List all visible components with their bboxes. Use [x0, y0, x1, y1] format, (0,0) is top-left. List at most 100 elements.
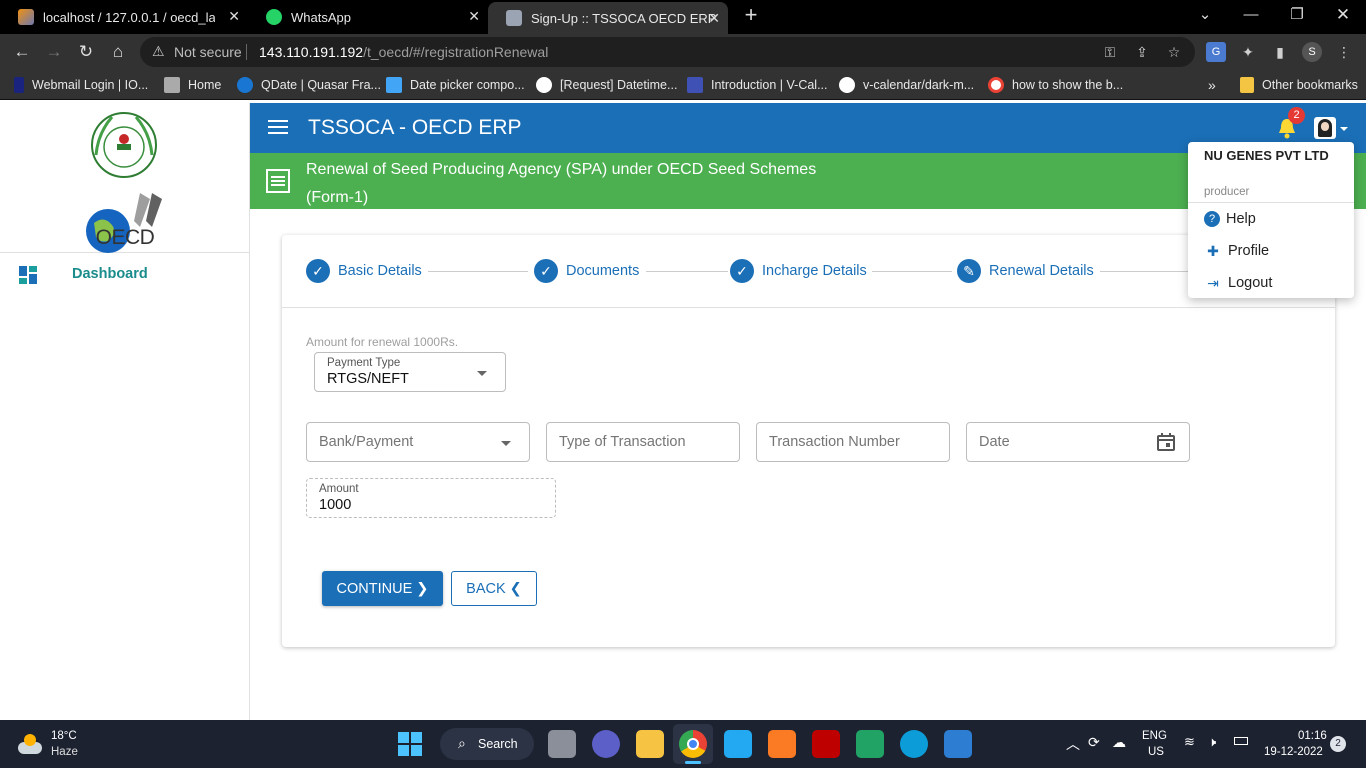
logout-icon: ⇥ — [1207, 275, 1219, 291]
date-input[interactable]: Date — [966, 422, 1190, 462]
transaction-number-input[interactable]: Transaction Number — [756, 422, 950, 462]
notifications-button[interactable]: 2 — [1276, 107, 1305, 140]
chevron-up-icon[interactable]: ︿ — [1066, 734, 1080, 754]
dropdown-arrow-icon — [477, 371, 487, 376]
spreadsheet-icon[interactable] — [856, 730, 884, 758]
wifi-icon[interactable]: ≋ — [1184, 734, 1195, 750]
reload-icon[interactable]: ↻ — [75, 41, 97, 63]
edge-icon[interactable] — [900, 730, 928, 758]
sidebar: OECD Dashboard — [0, 103, 250, 720]
bookmark[interactable]: [Request] Datetime... — [536, 76, 677, 94]
bookmark[interactable]: v-calendar/dark-m... — [839, 76, 974, 94]
other-bookmarks[interactable]: Other bookmarks — [1240, 76, 1358, 94]
sync-icon[interactable]: ⟳ — [1088, 734, 1100, 751]
browser-tab-strip: localhost / 127.0.0.1 / oecd_latest ✕ Wh… — [0, 0, 1366, 34]
profile-avatar[interactable]: S — [1302, 42, 1322, 62]
forward-arrow-icon[interactable]: → — [43, 41, 65, 63]
restore-icon[interactable]: ❐ — [1274, 0, 1320, 34]
check-icon: ✓ — [306, 259, 330, 283]
share-icon[interactable]: ⇪ — [1132, 42, 1152, 62]
teams-icon[interactable] — [592, 730, 620, 758]
volume-icon[interactable]: 🕨 — [1208, 734, 1216, 750]
bookmark[interactable]: how to show the b... — [988, 76, 1123, 94]
calendar-icon[interactable] — [1157, 433, 1175, 451]
hamburger-menu-icon[interactable] — [268, 120, 288, 134]
browser-tab[interactable]: WhatsApp ✕ — [248, 0, 488, 34]
bookmark[interactable]: Home — [164, 76, 221, 94]
sidepanel-icon[interactable]: ▮ — [1270, 42, 1290, 62]
user-avatar[interactable] — [1314, 117, 1336, 139]
close-tab-icon[interactable]: ✕ — [708, 10, 720, 27]
file-explorer-icon[interactable] — [636, 730, 664, 758]
windows-start-icon[interactable] — [398, 732, 422, 756]
home-icon[interactable]: ⌂ — [107, 41, 129, 63]
browser-tab[interactable]: localhost / 127.0.0.1 / oecd_latest ✕ — [0, 0, 248, 34]
bookmark[interactable]: Date picker compo... — [386, 76, 525, 94]
dashboard-icon — [19, 266, 37, 284]
notification-badge: 2 — [1288, 107, 1305, 124]
cloud-icon[interactable]: ☁ — [1112, 734, 1126, 751]
page-icon — [506, 10, 522, 26]
add-person-icon: ✚ — [1207, 243, 1219, 259]
not-secure-label: Not secure — [174, 44, 242, 60]
user-menu-dropdown: NU GENES PVT LTD producer ? Help ✚ Profile… — [1188, 142, 1354, 298]
minimize-icon[interactable]: — — [1228, 0, 1274, 34]
extensions-icon[interactable]: ✦ — [1238, 42, 1258, 62]
key-icon[interactable]: ⚿ — [1100, 42, 1120, 62]
back-arrow-icon[interactable]: ← — [11, 41, 33, 63]
whatsapp-icon — [266, 9, 282, 25]
transaction-type-input[interactable]: Type of Transaction — [546, 422, 740, 462]
notification-center-badge[interactable]: 2 — [1330, 736, 1346, 752]
logo-area: OECD — [0, 103, 249, 253]
new-tab-button[interactable]: + — [728, 0, 774, 34]
weather-icon[interactable] — [16, 732, 44, 756]
windows-taskbar: 18°C Haze ⌕ Search ︿ ⟳ ☁ ENG US ≋ 🕨 01:1… — [0, 720, 1366, 768]
xampp-icon[interactable] — [768, 730, 796, 758]
photos-icon[interactable] — [944, 730, 972, 758]
menu-item-logout[interactable]: ⇥ Logout — [1204, 272, 1272, 294]
menu-item-help[interactable]: ? Help — [1204, 208, 1256, 230]
address-bar[interactable]: ⚠ Not secure 143.110.191.192/t_oecd/#/re… — [140, 37, 1195, 67]
edit-icon: ✎ — [957, 259, 981, 283]
taskbar-search[interactable]: ⌕ Search — [440, 728, 534, 760]
vscode-icon[interactable] — [724, 730, 752, 758]
window-close-icon[interactable]: ✕ — [1320, 0, 1366, 34]
page-title: Renewal of Seed Producing Agency (SPA) u… — [306, 161, 817, 206]
sidebar-item-dashboard[interactable]: Dashboard — [0, 258, 249, 290]
close-tab-icon[interactable]: ✕ — [468, 8, 480, 25]
step-renewal-details[interactable]: ✎ Renewal Details — [957, 259, 1094, 283]
bank-payment-select[interactable]: Bank/Payment — [306, 422, 530, 462]
chevron-down-icon[interactable] — [1340, 127, 1348, 131]
bookmark[interactable]: Introduction | V-Cal... — [687, 76, 828, 94]
company-name: NU GENES PVT LTD — [1204, 148, 1329, 163]
step-basic-details[interactable]: ✓ Basic Details — [306, 259, 422, 283]
translate-icon[interactable]: G — [1206, 42, 1226, 62]
menu-dots-icon[interactable]: ⋮ — [1334, 42, 1354, 62]
battery-icon[interactable] — [1234, 737, 1248, 745]
oecd-logo-text: OECD — [95, 226, 155, 249]
phpmyadmin-icon — [18, 9, 34, 25]
payment-type-select[interactable]: Payment Type RTGS/NEFT — [314, 352, 506, 392]
help-icon: ? — [1204, 211, 1220, 227]
step-documents[interactable]: ✓ Documents — [534, 259, 639, 283]
chrome-taskbar-button[interactable] — [673, 724, 713, 764]
browser-tab-active[interactable]: Sign-Up :: TSSOCA OECD ERP ✕ — [488, 2, 728, 34]
check-icon: ✓ — [730, 259, 754, 283]
continue-button[interactable]: CONTINUE ❯ — [322, 571, 443, 606]
url-text: 143.110.191.192/t_oecd/#/registrationRen… — [259, 44, 549, 60]
bookmark[interactable]: Webmail Login | IO... — [14, 76, 148, 94]
amount-note: Amount for renewal 1000Rs. — [306, 335, 459, 349]
task-view-icon[interactable] — [548, 730, 576, 758]
menu-item-profile[interactable]: ✚ Profile — [1204, 240, 1269, 262]
step-incharge-details[interactable]: ✓ Incharge Details — [730, 259, 867, 283]
back-button[interactable]: BACK ❮ — [451, 571, 537, 606]
filezilla-icon[interactable] — [812, 730, 840, 758]
more-bookmarks-button[interactable]: » — [1208, 76, 1216, 94]
star-icon[interactable]: ☆ — [1164, 42, 1184, 62]
close-tab-icon[interactable]: ✕ — [228, 8, 240, 25]
form-card: ✓ Basic Details ✓ Documents ✓ Incharge Deta… — [282, 235, 1335, 647]
warning-icon: ⚠ — [152, 43, 165, 59]
browser-toolbar: ← → ↻ ⌂ ⚠ Not secure 143.110.191.192/t_o… — [0, 34, 1366, 70]
tab-search-icon[interactable]: ⌄ — [1182, 0, 1228, 34]
bookmark[interactable]: QDate | Quasar Fra... — [237, 76, 381, 94]
